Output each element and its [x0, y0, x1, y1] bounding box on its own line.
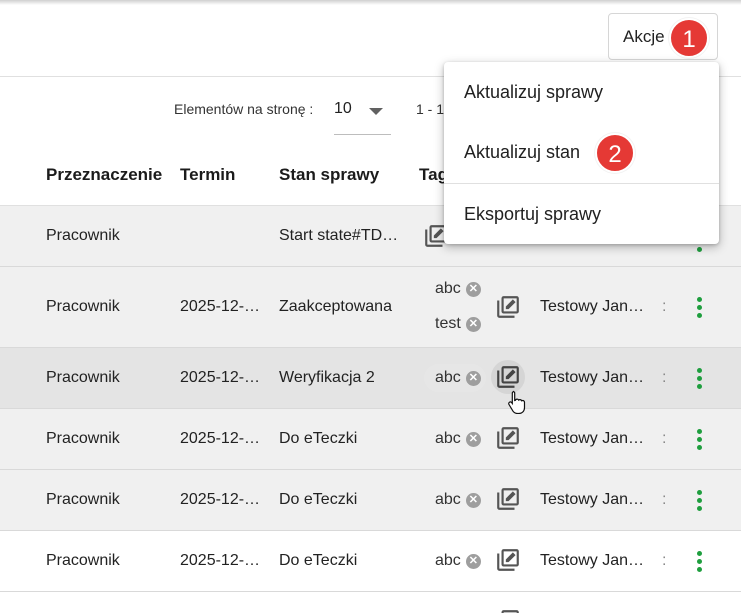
table-row[interactable]: Pracownik 2025-12-… Weryfikacja 2 abc ✕ T…	[0, 348, 741, 409]
edit-tags-icon[interactable]	[495, 547, 521, 573]
more-vert-icon[interactable]	[697, 368, 703, 390]
remove-tag-icon[interactable]: ✕	[465, 493, 481, 508]
cell-osoba: Testowy Jan…	[540, 491, 645, 508]
edit-tags-icon[interactable]	[495, 486, 521, 512]
tag-label: abc	[435, 552, 461, 569]
menu-item-eksportuj-sprawy[interactable]: Eksportuj sprawy	[464, 204, 601, 225]
edit-tags-icon[interactable]	[495, 608, 521, 613]
remove-tag-icon[interactable]: ✕	[465, 554, 481, 569]
table-row[interactable]: Pracownik 2025-12-… Zaakceptowana abc ✕ t…	[0, 267, 741, 348]
cell-termin: 2025-12-…	[180, 369, 261, 386]
actions-menu: Aktualizuj sprawy Aktualizuj stan Ekspor…	[444, 62, 719, 244]
cell-przeznaczenie: Pracownik	[46, 298, 120, 315]
cell-termin: 2025-12-…	[180, 552, 261, 569]
cell-przeznaczenie: Pracownik	[46, 430, 120, 447]
tag-label: abc	[435, 369, 461, 386]
table-row[interactable]: Pracownik 2025-12-… Do eTeczki abc ✕ Test…	[0, 531, 741, 592]
cell-osoba: Testowy Jan…	[540, 552, 645, 569]
tag-label: abc	[435, 491, 461, 508]
remove-tag-icon[interactable]: ✕	[465, 432, 481, 447]
cell-osoba: Testowy Jan…	[540, 298, 645, 315]
cell-stan: Zaakceptowana	[279, 298, 392, 315]
step-badge-1: 1	[669, 18, 709, 58]
more-vert-icon[interactable]	[697, 429, 703, 451]
edit-tags-icon[interactable]	[495, 364, 521, 390]
menu-divider	[444, 183, 719, 184]
hand-pointer-icon	[508, 390, 526, 414]
tag-chip[interactable]: test ✕	[435, 315, 481, 333]
cell-stan: Do eTeczki	[279, 552, 358, 569]
menu-item-aktualizuj-sprawy[interactable]: Aktualizuj sprawy	[464, 82, 603, 103]
cell-przeznaczenie: Pracownik	[46, 552, 120, 569]
tag-chip[interactable]: abc ✕	[435, 430, 481, 448]
remove-tag-icon[interactable]: ✕	[465, 282, 481, 297]
tag-chip[interactable]: abc ✕	[435, 491, 481, 509]
column-header-stan[interactable]: Stan sprawy	[279, 165, 379, 185]
tag-chip[interactable]: abc ✕	[435, 552, 481, 570]
edit-tags-icon[interactable]	[495, 425, 521, 451]
cell-termin: 2025-12-…	[180, 430, 261, 447]
page-range-label: 1 - 1	[416, 101, 445, 117]
table-row[interactable]	[0, 592, 741, 613]
truncated-column: :	[662, 369, 667, 386]
truncated-column: :	[662, 298, 667, 315]
tag-chip[interactable]: abc ✕	[435, 280, 481, 298]
more-vert-icon[interactable]	[697, 490, 703, 512]
edit-tags-icon[interactable]	[495, 294, 521, 320]
table-row[interactable]: Pracownik 2025-12-… Do eTeczki abc ✕ Test…	[0, 470, 741, 531]
truncated-column: :	[662, 552, 667, 569]
items-per-page-select[interactable]: 10	[334, 88, 391, 135]
dropdown-arrow-icon	[369, 108, 383, 115]
step-badge-2: 2	[595, 133, 635, 173]
cell-stan: Do eTeczki	[279, 430, 358, 447]
cell-stan: Do eTeczki	[279, 491, 358, 508]
cell-stan: Start state#TD…	[279, 227, 399, 244]
tag-label: abc	[435, 280, 461, 297]
column-header-termin[interactable]: Termin	[180, 165, 235, 185]
cell-przeznaczenie: Pracownik	[46, 369, 120, 386]
cell-przeznaczenie: Pracownik	[46, 491, 120, 508]
cell-termin: 2025-12-…	[180, 491, 261, 508]
menu-item-aktualizuj-stan[interactable]: Aktualizuj stan	[464, 142, 580, 163]
remove-tag-icon[interactable]: ✕	[465, 371, 481, 386]
items-per-page-label: Elementów na stronę :	[174, 101, 314, 117]
truncated-column: :	[662, 491, 667, 508]
cell-osoba: Testowy Jan…	[540, 430, 645, 447]
remove-tag-icon[interactable]: ✕	[465, 317, 481, 332]
column-header-przeznaczenie[interactable]: Przeznaczenie	[46, 165, 162, 185]
cell-stan: Weryfikacja 2	[279, 369, 375, 386]
tag-chip[interactable]: abc ✕	[435, 369, 481, 387]
cell-osoba: Testowy Jan…	[540, 369, 645, 386]
tag-label: test	[435, 315, 461, 332]
cell-przeznaczenie: Pracownik	[46, 227, 120, 244]
truncated-column: :	[662, 430, 667, 447]
more-vert-icon[interactable]	[697, 551, 703, 573]
items-per-page-value: 10	[334, 100, 352, 117]
tag-label: abc	[435, 430, 461, 447]
more-vert-icon[interactable]	[697, 297, 703, 319]
table-row[interactable]: Pracownik 2025-12-… Do eTeczki abc ✕ Test…	[0, 409, 741, 470]
cell-termin: 2025-12-…	[180, 298, 261, 315]
